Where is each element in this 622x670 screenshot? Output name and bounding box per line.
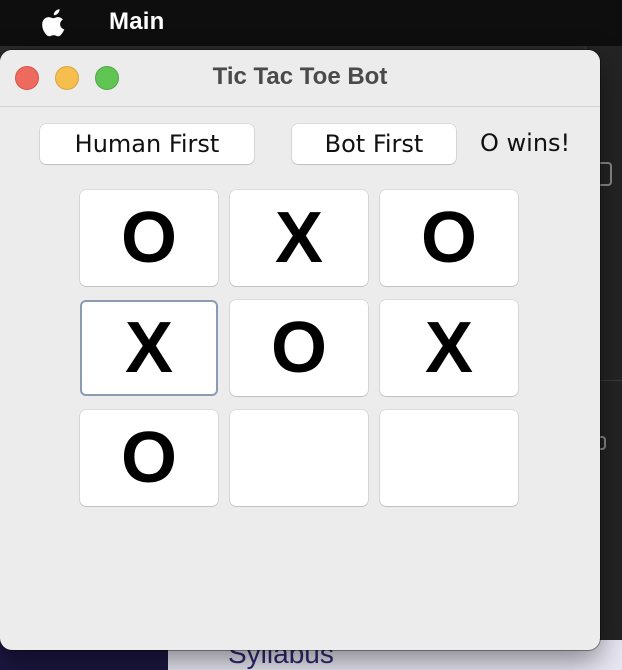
board-cell-6[interactable]: X — [380, 300, 518, 396]
apple-logo-icon[interactable] — [40, 8, 68, 38]
board-cell-1[interactable]: O — [80, 190, 218, 286]
board-cell-3[interactable]: O — [380, 190, 518, 286]
title-bar[interactable]: Tic Tac Toe Bot — [0, 50, 600, 107]
app-window: Tic Tac Toe Bot Human First Bot First O … — [0, 50, 600, 650]
window-title: Tic Tac Toe Bot — [212, 63, 388, 90]
bot-first-button[interactable]: Bot First — [292, 124, 456, 164]
app-menu-name[interactable]: Main — [109, 8, 164, 36]
board-cell-7[interactable]: O — [80, 410, 218, 506]
board-cell-4[interactable]: X — [80, 300, 218, 396]
game-board: O X O X O X O — [80, 190, 520, 508]
board-cell-9[interactable] — [380, 410, 518, 506]
menu-bar: Main — [0, 0, 622, 46]
board-cell-8[interactable] — [230, 410, 368, 506]
human-first-button[interactable]: Human First — [40, 124, 254, 164]
game-status-label: O wins! — [480, 129, 571, 157]
board-cell-5[interactable]: O — [230, 300, 368, 396]
board-cell-2[interactable]: X — [230, 190, 368, 286]
